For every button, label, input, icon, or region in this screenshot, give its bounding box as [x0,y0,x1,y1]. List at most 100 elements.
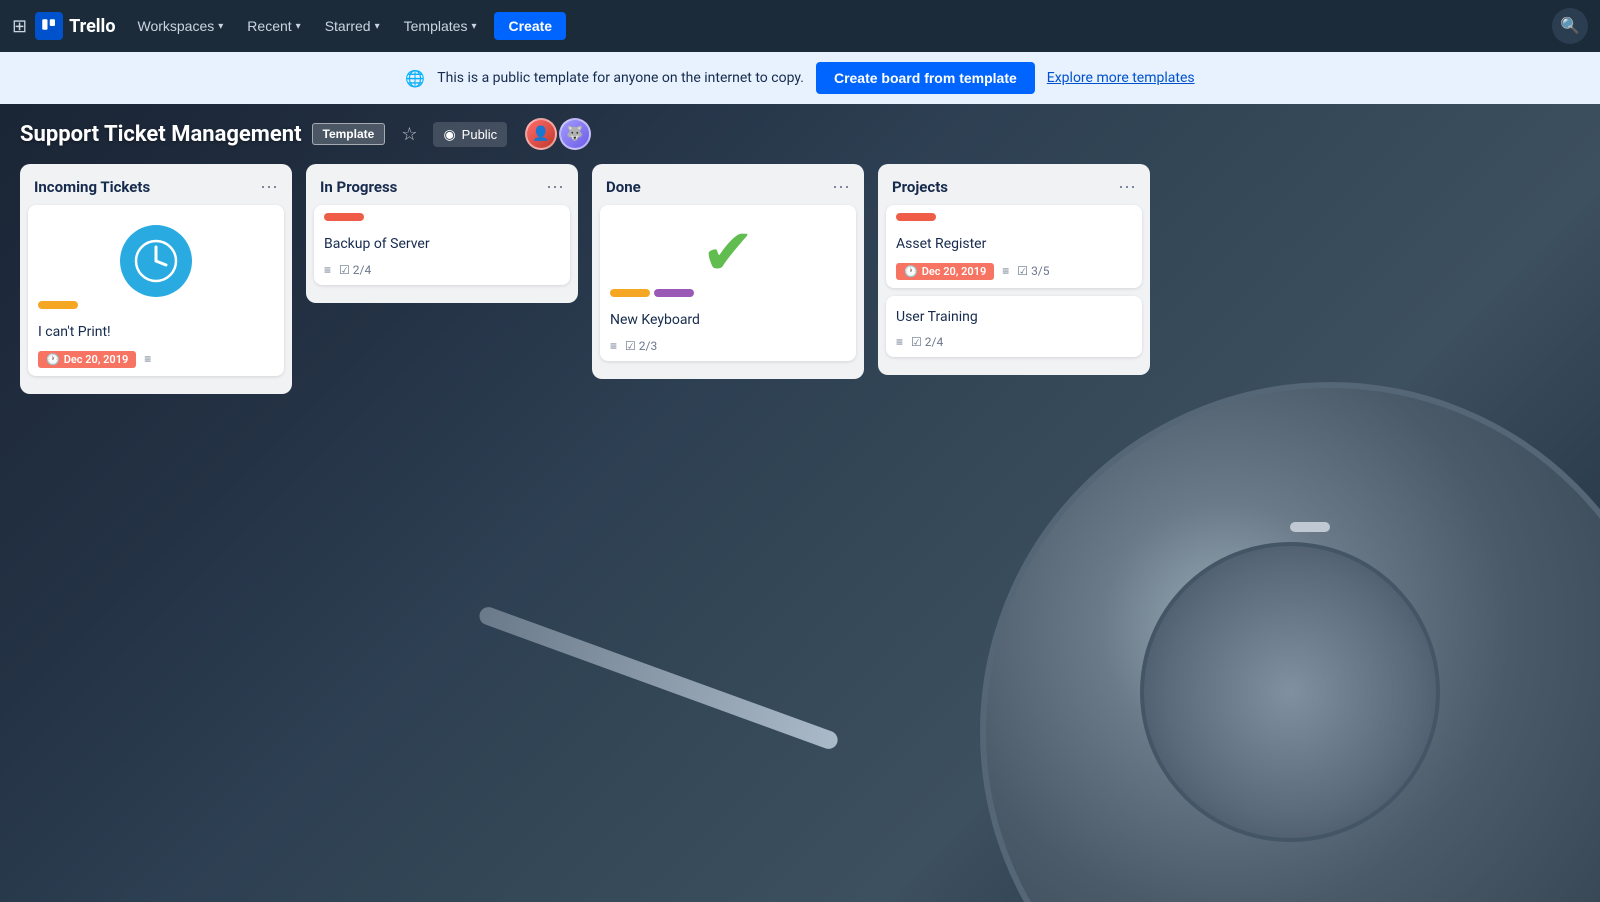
template-badge[interactable]: Template [312,123,386,145]
card-backupofserver[interactable]: Backup of Server ≡ ☑ 2/4 [314,205,570,285]
trello-logo-svg [40,17,58,35]
card-footer-training: ≡ ☑ 2/4 [896,335,1132,349]
lines-icon: ≡ [144,352,151,366]
visibility-button[interactable]: ◉ Public [433,122,507,147]
due-date-badge-asset: 🕐 Dec 20, 2019 [896,263,994,280]
starred-menu[interactable]: Starred ▾ [315,12,390,40]
card-label-row-backup [324,213,560,229]
banner-text: This is a public template for anyone on … [437,70,804,86]
list-title-incoming: Incoming Tickets ··· [28,174,284,205]
card-title-icantprint: I can't Print! [38,323,274,343]
checkbox-icon-keyboard: ☑ [625,339,636,353]
card-newkeyboard[interactable]: ✔ New Keyboard ≡ ☑ 2/3 [600,205,856,361]
list-title-projects: Projects ··· [886,174,1142,205]
orange-label [38,301,78,309]
list-title-text-inprogress: In Progress [320,178,397,196]
description-icon-backup: ≡ [324,263,331,277]
list-in-progress: In Progress ··· Backup of Server ≡ ☑ 2/4 [306,164,578,303]
card-title-keyboard: New Keyboard [610,311,846,331]
list-title-text-projects: Projects [892,178,948,196]
checklist-backup: ☑ 2/4 [339,263,371,277]
card-usertraining[interactable]: User Training ≡ ☑ 2/4 [886,296,1142,358]
lines-icon-training: ≡ [896,335,903,349]
checklist-training: ☑ 2/4 [911,335,943,349]
clock-svg [134,239,178,283]
lines-icon-asset: ≡ [1002,264,1009,278]
clock-icon [120,225,192,297]
list-projects: Projects ··· Asset Register 🕐 Dec 20, 20… [878,164,1150,375]
list-incoming-tickets: Incoming Tickets ··· I [20,164,292,394]
card-footer-asset: 🕐 Dec 20, 2019 ≡ ☑ 3/5 [896,263,1132,280]
workspaces-menu[interactable]: Workspaces ▾ [127,12,233,40]
list-menu-button-projects[interactable]: ··· [1118,176,1136,197]
star-button[interactable]: ☆ [395,122,423,147]
card-label-row-asset [896,213,1132,229]
search-button[interactable]: 🔍 [1552,8,1588,44]
grid-icon[interactable]: ⊞ [12,16,27,37]
card-title-asset: Asset Register [896,235,1132,255]
description-icon-training: ≡ [896,335,903,349]
checkbox-icon-backup: ☑ [339,263,350,277]
card-footer-keyboard: ≡ ☑ 2/3 [610,339,846,353]
hd-arm-tip [1290,522,1330,532]
avatar-2-img: 🐺 [566,126,583,142]
card-assetregister[interactable]: Asset Register 🕐 Dec 20, 2019 ≡ ☑ 3/5 [886,205,1142,288]
eye-icon: ◉ [443,126,455,143]
search-icon: 🔍 [1560,16,1580,36]
red-label-backup [324,213,364,221]
list-done: Done ··· ✔ New Keyboard ≡ ☑ [592,164,864,379]
list-title-done: Done ··· [600,174,856,205]
list-menu-button-inprogress[interactable]: ··· [546,176,564,197]
trello-logo-box [35,12,63,40]
checklist-asset: ☑ 3/5 [1017,264,1049,278]
hd-platter-2 [1140,542,1440,842]
templates-chevron: ▾ [471,21,476,32]
nav-logo[interactable]: Trello [35,12,115,40]
card-footer-icantprint: 🕐 Dec 20, 2019 ≡ [38,351,274,368]
card-title-training: User Training [896,308,1132,328]
board-header: Support Ticket Management Template ☆ ◉ P… [0,104,1600,158]
list-title-text-incoming: Incoming Tickets [34,178,150,196]
due-date-badge-icantprint: 🕐 Dec 20, 2019 [38,351,136,368]
clock-icon-asset: 🕐 [904,265,918,278]
lists-container: Incoming Tickets ··· I [0,158,1600,400]
card-title-backup: Backup of Server [324,235,560,255]
explore-more-templates-link[interactable]: Explore more templates [1047,70,1195,86]
navbar: ⊞ Trello Workspaces ▾ Recent ▾ Starred ▾… [0,0,1600,52]
purple-label-keyboard [654,289,694,297]
checklist-keyboard: ☑ 2/3 [625,339,657,353]
checkmark-area: ✔ [610,213,846,289]
board-title: Support Ticket Management [20,122,302,147]
checkbox-icon-training: ☑ [911,335,922,349]
star-icon: ☆ [401,124,417,144]
avatar-1-img: 👤 [532,126,549,142]
description-icon-keyboard: ≡ [610,339,617,353]
checkmark-icon: ✔ [701,221,755,285]
public-template-banner: 🌐 This is a public template for anyone o… [0,52,1600,104]
lines-icon-backup: ≡ [324,263,331,277]
card-footer-backup: ≡ ☑ 2/4 [324,263,560,277]
lines-icon-keyboard: ≡ [610,339,617,353]
list-title-text-done: Done [606,178,641,196]
create-board-from-template-button[interactable]: Create board from template [816,62,1035,94]
globe-icon: 🌐 [405,69,425,88]
templates-menu[interactable]: Templates ▾ [394,12,487,40]
avatar-2[interactable]: 🐺 [559,118,591,150]
list-title-inprogress: In Progress ··· [314,174,570,205]
list-menu-button-done[interactable]: ··· [832,176,850,197]
card-label-row-keyboard [610,289,846,305]
avatar-1[interactable]: 👤 [525,118,557,150]
starred-chevron: ▾ [375,21,380,32]
board-area: Support Ticket Management Template ☆ ◉ P… [0,104,1600,902]
workspaces-chevron: ▾ [218,21,223,32]
card-icantprint[interactable]: I can't Print! 🕐 Dec 20, 2019 ≡ [28,205,284,376]
red-label-asset [896,213,936,221]
description-icon-asset: ≡ [1002,264,1009,278]
list-menu-button-incoming[interactable]: ··· [260,176,278,197]
trello-wordmark: Trello [69,16,115,37]
description-icon-icantprint: ≡ [144,352,151,366]
recent-chevron: ▾ [296,21,301,32]
recent-menu[interactable]: Recent ▾ [237,12,310,40]
create-button[interactable]: Create [494,12,566,40]
card-label-row-1 [38,301,274,317]
